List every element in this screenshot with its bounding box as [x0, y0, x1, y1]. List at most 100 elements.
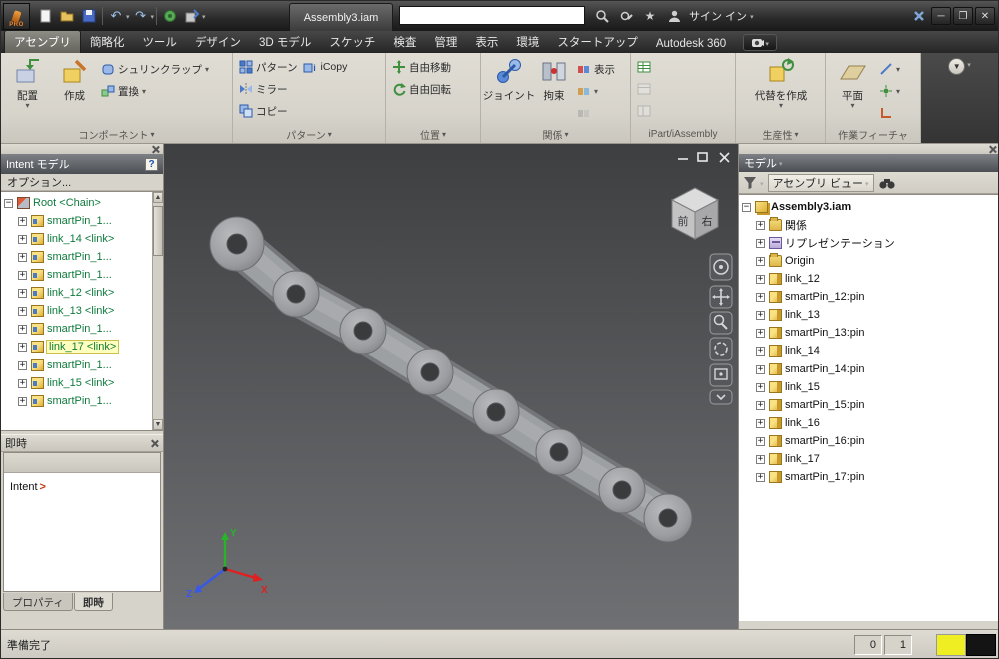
expand-icon[interactable]: +	[18, 234, 27, 244]
redo-dropdown-icon[interactable]	[152, 10, 155, 22]
close-window-button[interactable]: ✕	[975, 7, 995, 25]
ribbon-tab-ツール[interactable]: ツール	[133, 30, 186, 53]
expand-icon[interactable]: +	[756, 454, 765, 464]
expand-icon[interactable]: +	[756, 418, 765, 428]
ipart-table-button[interactable]	[634, 56, 733, 78]
intent-options-row[interactable]: オプション...	[1, 174, 163, 191]
material-button[interactable]	[181, 5, 203, 27]
orbit-button[interactable]	[709, 337, 733, 361]
ribbon-tab-Autodesk 360[interactable]: Autodesk 360	[647, 34, 735, 53]
ribbon-tab-スタートアップ[interactable]: スタートアップ	[548, 30, 647, 53]
restore-window-button[interactable]: ❐	[953, 7, 973, 25]
immediate-panel-header[interactable]: 即時	[1, 434, 163, 452]
close-immediate-panel-icon[interactable]	[150, 439, 159, 448]
create-button[interactable]: 作成	[51, 55, 98, 125]
show-sick-button[interactable]	[574, 80, 618, 102]
immediate-breadcrumb[interactable]: Intent >	[4, 473, 160, 493]
mirror-button[interactable]: ミラー	[236, 78, 383, 100]
ribbon-tab-管理[interactable]: 管理	[425, 30, 466, 53]
scroll-up-icon[interactable]: ▲	[153, 192, 163, 203]
browser-panel-header[interactable]: モデル	[739, 154, 998, 172]
new-file-button[interactable]	[34, 5, 56, 27]
tree-item-link_12 <link>[interactable]: + link_12 <link>	[1, 284, 163, 302]
tree-item-smartPin_1...[interactable]: + smartPin_1...	[1, 248, 163, 266]
tree-item-link_13[interactable]: + link_13	[739, 306, 998, 324]
steering-wheel-button[interactable]	[709, 253, 733, 281]
intent-tree-scrollbar[interactable]: ▲ ▼	[152, 192, 163, 430]
expand-icon[interactable]: +	[18, 288, 27, 298]
tree-item-smartPin_15:pin[interactable]: + smartPin_15:pin	[739, 396, 998, 414]
collapse-icon[interactable]: −	[742, 202, 751, 212]
viewport-canvas[interactable]: 前 右 X Y Z	[164, 144, 738, 629]
ribbon-tab-アセンブリ[interactable]: アセンブリ	[4, 30, 81, 53]
expand-icon[interactable]: +	[18, 378, 27, 388]
expand-icon[interactable]: +	[756, 364, 765, 374]
expand-icon[interactable]: +	[756, 256, 765, 266]
constrain-button[interactable]: 拘束	[534, 55, 574, 125]
ipart-edit-button[interactable]	[634, 78, 733, 100]
tree-item-smartPin_1...[interactable]: + smartPin_1...	[1, 392, 163, 410]
shrinkwrap-button[interactable]: シュリンクラップ	[98, 58, 212, 80]
expand-icon[interactable]: +	[18, 342, 27, 352]
ribbon-tab-環境[interactable]: 環境	[507, 30, 548, 53]
ribbon-tab-検査[interactable]: 検査	[384, 30, 425, 53]
tree-item-smartPin_1...[interactable]: + smartPin_1...	[1, 212, 163, 230]
expand-icon[interactable]: +	[756, 292, 765, 302]
favorites-button[interactable]: ★	[639, 5, 661, 27]
search-button[interactable]	[591, 5, 613, 27]
tree-item-link_17 <link>[interactable]: + link_17 <link>	[1, 338, 163, 356]
expand-icon[interactable]: +	[756, 472, 765, 482]
icopy-button[interactable]: i iCopy	[300, 56, 350, 78]
hide-all-button[interactable]	[574, 102, 618, 124]
intent-help-icon[interactable]: ?	[145, 157, 158, 171]
tree-item-リプレゼンテーション[interactable]: + リプレゼンテーション	[739, 234, 998, 252]
tab-properties[interactable]: プロパティ	[3, 593, 73, 611]
filter-dropdown-icon[interactable]	[761, 177, 764, 189]
inventor-app-icon[interactable]: PRO	[3, 2, 30, 30]
expand-icon[interactable]: +	[756, 436, 765, 446]
collapse-icon[interactable]: −	[4, 198, 13, 208]
tree-item-link_14[interactable]: + link_14	[739, 342, 998, 360]
point-button[interactable]	[876, 80, 903, 102]
ucs-button[interactable]	[876, 102, 903, 124]
search-input[interactable]	[399, 6, 585, 25]
redo-button[interactable]: ↷	[130, 5, 152, 27]
tab-immediate[interactable]: 即時	[73, 593, 113, 611]
expand-icon[interactable]: +	[756, 220, 765, 230]
search-binoculars-icon[interactable]	[878, 176, 896, 190]
copy-button[interactable]: コピー	[236, 100, 383, 122]
free-rotate-button[interactable]: 自由回転	[389, 78, 478, 100]
panel-label-component[interactable]: コンポーネント	[1, 125, 232, 143]
ribbon-tab-表示[interactable]: 表示	[466, 30, 507, 53]
tree-item-link_14 <link>[interactable]: + link_14 <link>	[1, 230, 163, 248]
pattern-button[interactable]: パターン	[236, 56, 300, 78]
ribbon-tab-3D モデル[interactable]: 3D モデル	[250, 30, 320, 53]
look-at-button[interactable]	[709, 363, 733, 387]
tree-item-link_13 <link>[interactable]: + link_13 <link>	[1, 302, 163, 320]
panel-label-pattern[interactable]: パターン	[233, 125, 385, 143]
signin-dropdown-icon[interactable]	[751, 10, 754, 22]
panel-label-ipart[interactable]: iPart/iAssembly	[631, 125, 735, 143]
material-dropdown-icon[interactable]	[203, 10, 206, 22]
zoom-button[interactable]	[709, 311, 733, 335]
tree-item-link_16[interactable]: + link_16	[739, 414, 998, 432]
undo-button[interactable]: ↶	[105, 5, 127, 27]
expand-icon[interactable]: +	[18, 270, 27, 280]
expand-icon[interactable]: +	[756, 346, 765, 356]
axis-button[interactable]	[876, 58, 903, 80]
place-button[interactable]: 配置	[4, 55, 51, 125]
expand-icon[interactable]: +	[756, 382, 765, 392]
tree-item-Origin[interactable]: + Origin	[739, 252, 998, 270]
panel-label-productivity[interactable]: 生産性	[736, 125, 825, 143]
tree-item-smartPin_14:pin[interactable]: + smartPin_14:pin	[739, 360, 998, 378]
expand-icon[interactable]: +	[756, 400, 765, 410]
scroll-down-icon[interactable]: ▼	[153, 419, 163, 430]
panel-label-position[interactable]: 位置	[386, 125, 480, 143]
exchange-apps-button[interactable]	[908, 5, 930, 27]
expand-icon[interactable]: +	[18, 216, 27, 226]
tree-item-smartPin_16:pin[interactable]: + smartPin_16:pin	[739, 432, 998, 450]
browser-view-selector[interactable]: アセンブリ ビュー	[767, 173, 874, 192]
save-button[interactable]	[78, 5, 100, 27]
tree-item-Assembly3.iam[interactable]: − Assembly3.iam	[739, 198, 998, 216]
free-move-button[interactable]: 自由移動	[389, 56, 478, 78]
